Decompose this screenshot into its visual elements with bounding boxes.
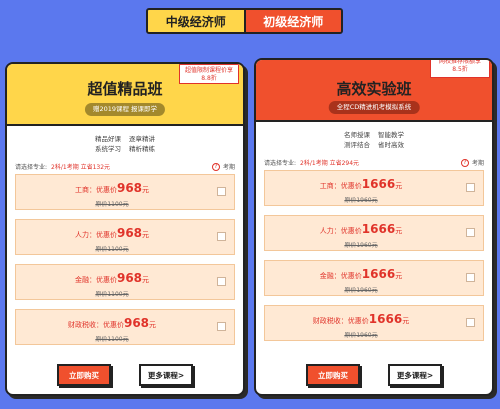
option-label: 优惠价	[95, 186, 117, 194]
option-name: 财政税收	[312, 317, 341, 325]
tab-junior[interactable]: 初级经济师	[243, 10, 341, 32]
option-price: 1666	[361, 222, 396, 236]
exam-label: 考期	[471, 160, 484, 167]
option-checkbox[interactable]	[466, 183, 475, 192]
card-title: 高效实验班	[336, 80, 412, 98]
option-renli[interactable]: 人力：优惠价968元 原价1100元	[15, 219, 235, 255]
option-price: 1666	[361, 177, 396, 191]
feature-item: 智能教学	[378, 131, 404, 139]
option-checkbox[interactable]	[217, 277, 226, 286]
course-card-premium: 超值精品班 赠2019课程 报课即学 超值限制课程价享 8.8折 精品好课 逐章精…	[5, 62, 245, 396]
card-header: 超值精品班 赠2019课程 报课即学 超值限制课程价享 8.8折	[7, 64, 243, 126]
option-name: 工商	[319, 182, 334, 190]
option-old-price: 原价1100元	[95, 336, 129, 343]
option-label: 优惠价	[340, 227, 362, 235]
option-label: 优惠价	[347, 317, 369, 325]
option-unit: 元	[142, 231, 150, 239]
option-checkbox[interactable]	[466, 228, 475, 237]
option-price: 968	[123, 316, 150, 330]
ribbon-discount: 8.5折	[452, 66, 468, 73]
option-price: 968	[116, 271, 143, 285]
option-name: 人力	[74, 231, 89, 239]
course-card-efficient: 高效实验班 全程CD精进机考模拟系统 网校推荐限额享 8.5折 名师授课 智能教学…	[254, 58, 494, 396]
option-unit: 元	[142, 276, 150, 284]
ribbon-text: 超值限制课程价享	[184, 67, 233, 74]
option-label: 优惠价	[102, 321, 124, 329]
buy-now-button[interactable]: 立即购买	[57, 364, 111, 386]
option-checkbox[interactable]	[217, 187, 226, 196]
option-price: 1666	[368, 312, 403, 326]
option-jinrong[interactable]: 金融：优惠价1666元 原价1960元	[264, 260, 484, 296]
help-icon[interactable]: ?	[460, 158, 469, 167]
option-gongshang[interactable]: 工商：优惠价1666元 原价1960元	[264, 170, 484, 206]
feature-list: 精品好课 逐章精讲 系统学习 精析精练	[7, 134, 243, 154]
option-old-price: 原价1100元	[95, 246, 129, 253]
discount-ribbon: 超值限制课程价享 8.8折	[179, 64, 239, 84]
option-price: 968	[116, 226, 143, 240]
help-icon[interactable]: ?	[211, 162, 220, 171]
select-label: 请选择专业:	[264, 160, 297, 167]
option-unit: 元	[395, 227, 403, 235]
option-old-price: 原价1100元	[95, 291, 129, 298]
card-tagline: 赠2019课程 报课即学	[84, 103, 166, 116]
option-old-price: 原价1960元	[344, 287, 378, 294]
feature-item: 测评结合	[344, 141, 370, 149]
card-actions: 立即购买 更多课程>	[256, 364, 492, 386]
feature-item: 逐章精讲	[129, 135, 155, 143]
feature-item: 名师授课	[344, 131, 370, 139]
select-row: 请选择专业: 2科/1考期 立省132元 ? 考期	[15, 162, 235, 171]
option-jinrong[interactable]: 金融：优惠价968元 原价1100元	[15, 264, 235, 300]
option-label: 优惠价	[95, 276, 117, 284]
option-old-price: 原价1960元	[344, 197, 378, 204]
select-meta: 2科/1考期 立省294元	[300, 160, 360, 167]
option-price: 1666	[361, 267, 396, 281]
option-unit: 元	[395, 182, 403, 190]
feature-item: 系统学习	[95, 145, 121, 153]
option-unit: 元	[402, 317, 410, 325]
option-old-price: 原价1960元	[344, 332, 378, 339]
option-unit: 元	[142, 186, 150, 194]
option-checkbox[interactable]	[217, 232, 226, 241]
ribbon-discount: 8.8折	[201, 75, 217, 82]
option-checkbox[interactable]	[466, 273, 475, 282]
card-actions: 立即购买 更多课程>	[7, 364, 243, 386]
option-name: 金融	[74, 276, 89, 284]
more-courses-button[interactable]: 更多课程>	[139, 364, 193, 386]
exam-label: 考期	[222, 164, 235, 171]
option-name: 工商	[74, 186, 89, 194]
option-checkbox[interactable]	[466, 318, 475, 327]
option-name: 金融	[319, 272, 334, 280]
ribbon-text: 网校推荐限额享	[438, 58, 481, 65]
option-gongshang[interactable]: 工商：优惠价968元 原价1100元	[15, 174, 235, 210]
tab-intermediate[interactable]: 中级经济师	[148, 10, 244, 32]
option-old-price: 原价1960元	[344, 242, 378, 249]
card-tagline: 全程CD精进机考模拟系统	[328, 101, 420, 114]
discount-ribbon: 网校推荐限额享 8.5折	[430, 58, 490, 78]
option-unit: 元	[395, 272, 403, 280]
feature-list: 名师授课 智能教学 测评结合 省时高效	[256, 130, 492, 150]
buy-now-button[interactable]: 立即购买	[306, 364, 360, 386]
feature-item: 精品好课	[95, 135, 121, 143]
option-caizheng[interactable]: 财政税收：优惠价968元 原价1100元	[15, 309, 235, 345]
card-header: 高效实验班 全程CD精进机考模拟系统 网校推荐限额享 8.5折	[256, 60, 492, 122]
select-row: 请选择专业: 2科/1考期 立省294元 ? 考期	[264, 158, 484, 167]
option-old-price: 原价1100元	[95, 201, 129, 208]
option-name: 财政税收	[67, 321, 96, 329]
option-caizheng[interactable]: 财政税收：优惠价1666元 原价1960元	[264, 305, 484, 341]
option-name: 人力	[319, 227, 334, 235]
option-unit: 元	[149, 321, 157, 329]
option-label: 优惠价	[95, 231, 117, 239]
level-tabs: 中级经济师 初级经济师	[146, 8, 343, 34]
option-label: 优惠价	[340, 182, 362, 190]
option-label: 优惠价	[340, 272, 362, 280]
option-price: 968	[116, 181, 143, 195]
feature-item: 精析精练	[129, 145, 155, 153]
more-courses-button[interactable]: 更多课程>	[388, 364, 442, 386]
select-meta: 2科/1考期 立省132元	[51, 164, 111, 171]
option-renli[interactable]: 人力：优惠价1666元 原价1960元	[264, 215, 484, 251]
feature-item: 省时高效	[378, 141, 404, 149]
select-label: 请选择专业:	[15, 164, 48, 171]
option-checkbox[interactable]	[217, 322, 226, 331]
